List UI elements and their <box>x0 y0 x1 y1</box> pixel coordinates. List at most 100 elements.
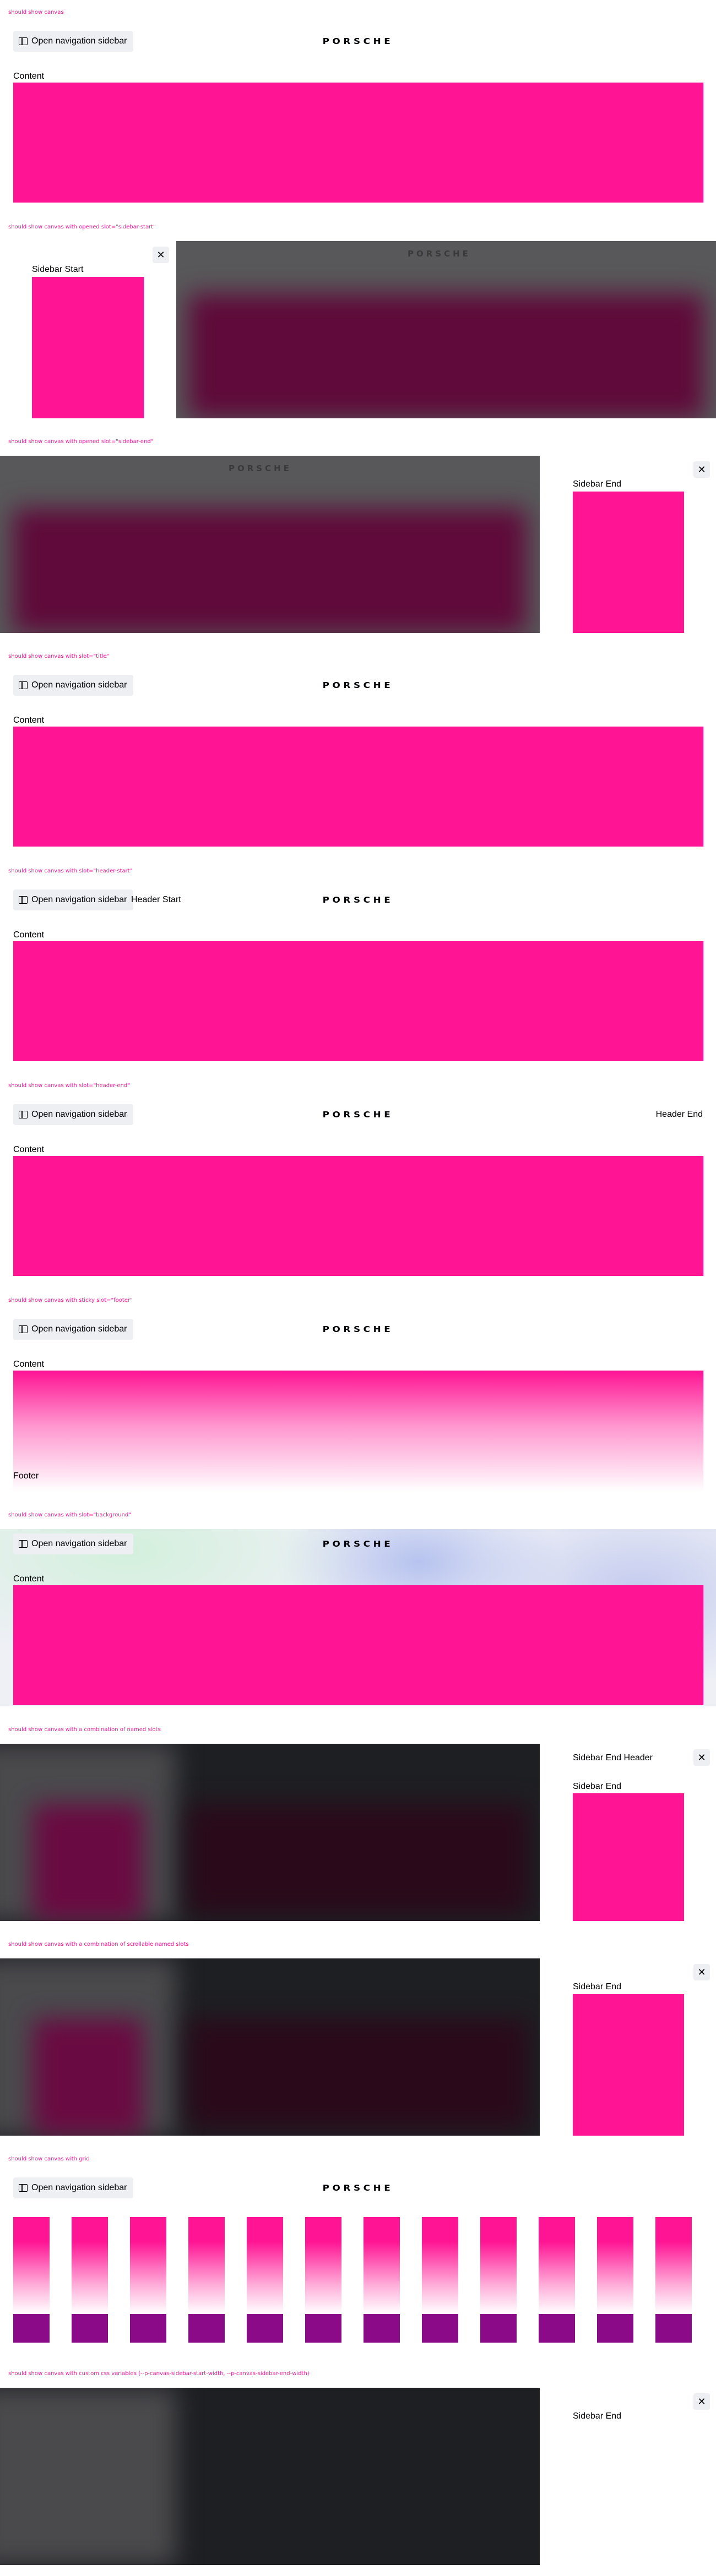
grid-column <box>13 2217 50 2343</box>
porsche-logo[interactable]: PORSCHE <box>312 2184 404 2192</box>
grid-column <box>655 2217 692 2343</box>
section-caption: should show canvas with grid <box>8 2156 90 2162</box>
grid-column <box>480 2217 517 2343</box>
close-sidebar-button[interactable]: ✕ <box>693 1749 710 1766</box>
main-backdrop[interactable] <box>0 1744 540 1921</box>
grid-cell-top <box>539 2217 575 2314</box>
open-navigation-sidebar-button[interactable]: Open navigation sidebar <box>13 889 134 910</box>
sidebar-end-label: Sidebar End <box>573 1782 622 1791</box>
grid-column <box>130 2217 166 2343</box>
section-caption: should show canvas with custom css varia… <box>8 2371 310 2377</box>
grid-cell-bottom <box>13 2314 50 2343</box>
section-caption: should show canvas with sticky slot="foo… <box>8 1297 133 1303</box>
close-sidebar-button[interactable]: ✕ <box>153 247 169 263</box>
header-end-label: Header End <box>655 1110 703 1119</box>
content-box <box>13 941 703 1061</box>
grid-cell-bottom <box>539 2314 575 2343</box>
sidebar-end-label: Sidebar End <box>573 2411 622 2421</box>
content-box <box>13 727 703 847</box>
sidebar-icon <box>19 1325 28 1333</box>
sidebar-end-label: Sidebar End <box>573 1982 622 1991</box>
section-scrollable-named-slots: should show canvas with a combination of… <box>0 1932 716 2147</box>
porsche-logo[interactable]: PORSCHE <box>312 681 404 690</box>
close-icon: ✕ <box>156 249 165 260</box>
open-navigation-sidebar-button[interactable]: Open navigation sidebar <box>13 1533 134 1554</box>
open-navigation-sidebar-button[interactable]: Open navigation sidebar <box>13 675 134 696</box>
section-title: should show canvas with slot="title" Ope… <box>0 644 716 859</box>
content-box <box>13 1156 703 1276</box>
section-sidebar-end: should show canvas with opened slot="sid… <box>0 429 716 644</box>
grid-cell-top <box>655 2217 692 2314</box>
sidebar-icon <box>19 1540 28 1548</box>
content-box <box>13 1371 703 1492</box>
content-label: Content <box>13 72 45 81</box>
sidebar-icon <box>19 681 28 689</box>
header-start-label: Header Start <box>131 895 181 904</box>
grid-cell-bottom <box>655 2314 692 2343</box>
porsche-logo[interactable]: PORSCHE <box>312 37 404 46</box>
porsche-logo: PORSCHE <box>408 249 471 259</box>
section-caption: should show canvas <box>8 9 64 15</box>
close-icon: ✕ <box>697 1967 706 1978</box>
sidebar-end-box <box>573 1793 684 1921</box>
grid-column <box>539 2217 575 2343</box>
close-sidebar-button[interactable]: ✕ <box>693 461 710 478</box>
grid-cell-top <box>597 2217 633 2314</box>
section-named-slots: should show canvas with a combination of… <box>0 1717 716 1932</box>
sidebar-end-box <box>573 1994 684 2136</box>
section-caption: should show canvas with opened slot="sid… <box>8 224 156 230</box>
close-sidebar-button[interactable]: ✕ <box>693 1964 710 1980</box>
porsche-logo[interactable]: PORSCHE <box>312 1325 404 1334</box>
grid-cell-bottom <box>130 2314 166 2343</box>
sidebar-icon <box>19 37 28 45</box>
grid-cell-top <box>13 2217 50 2314</box>
section-custom-css-variables: should show canvas with custom css varia… <box>0 2361 716 2576</box>
section-caption: should show canvas with slot="header-end… <box>8 1083 130 1089</box>
open-navigation-sidebar-button[interactable]: Open navigation sidebar <box>13 2177 134 2198</box>
porsche-logo[interactable]: PORSCHE <box>312 896 404 904</box>
grid-cell-bottom <box>72 2314 108 2343</box>
main-backdrop[interactable]: PORSCHE <box>176 241 716 418</box>
content-label: Content <box>13 1145 45 1154</box>
open-navigation-sidebar-button[interactable]: Open navigation sidebar <box>13 1104 134 1125</box>
section-caption: should show canvas with a combination of… <box>8 1941 189 1947</box>
close-sidebar-button[interactable]: ✕ <box>693 2393 710 2410</box>
open-navigation-sidebar-button[interactable]: Open navigation sidebar <box>13 31 134 52</box>
content-label: Content <box>13 1574 45 1584</box>
section-sidebar-start: should show canvas with opened slot="sid… <box>0 215 716 429</box>
section-background: should show canvas with slot="background… <box>0 1503 716 1717</box>
section-footer: should show canvas with sticky slot="foo… <box>0 1288 716 1503</box>
sidebar-end-box <box>573 492 684 633</box>
grid-column <box>422 2217 458 2343</box>
porsche-logo[interactable]: PORSCHE <box>312 1111 404 1119</box>
section-caption: should show canvas with slot="title" <box>8 653 110 659</box>
main-backdrop[interactable]: PORSCHE <box>0 456 540 633</box>
grid-cell-top <box>305 2217 341 2314</box>
section-caption: should show canvas with slot="background… <box>8 1512 131 1518</box>
grid-cell-top <box>130 2217 166 2314</box>
grid-column <box>188 2217 225 2343</box>
grid-cell-bottom <box>305 2314 341 2343</box>
grid-column <box>72 2217 108 2343</box>
sidebar-icon <box>19 2184 28 2192</box>
porsche-logo: PORSCHE <box>229 463 292 473</box>
sidebar-start-label: Sidebar Start <box>32 265 84 274</box>
sidebar-end-label: Sidebar End <box>573 479 622 489</box>
content-label: Content <box>13 1360 45 1369</box>
grid-cell-top <box>422 2217 458 2314</box>
grid-column <box>597 2217 633 2343</box>
section-header-start: should show canvas with slot="header-sta… <box>0 859 716 1073</box>
grid-cell-bottom <box>597 2314 633 2343</box>
section-caption: should show canvas with opened slot="sid… <box>8 439 154 445</box>
grid-cell-bottom <box>364 2314 400 2343</box>
main-backdrop[interactable] <box>0 1958 540 2136</box>
grid-column <box>305 2217 341 2343</box>
grid-cell-top <box>480 2217 517 2314</box>
section-grid: should show canvas with grid Open naviga… <box>0 2147 716 2361</box>
main-backdrop[interactable] <box>0 2388 540 2565</box>
open-navigation-sidebar-button[interactable]: Open navigation sidebar <box>13 1319 134 1340</box>
porsche-logo[interactable]: PORSCHE <box>312 1540 404 1548</box>
content-label: Content <box>13 716 45 725</box>
grid-column <box>247 2217 283 2343</box>
grid-cell-bottom <box>422 2314 458 2343</box>
